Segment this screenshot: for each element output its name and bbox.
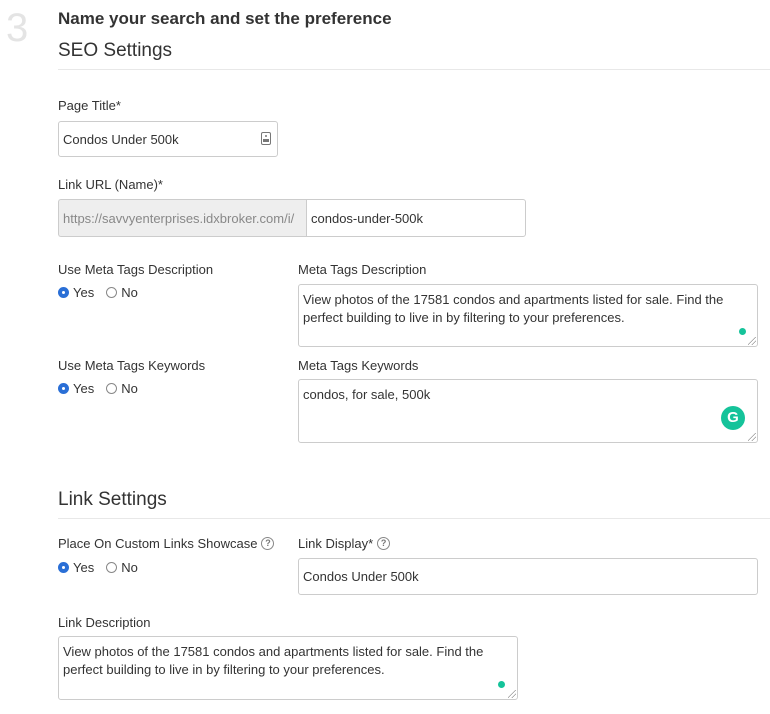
seo-divider: [58, 69, 770, 70]
link-url-value: condos-under-500k: [311, 210, 424, 226]
contact-card-icon[interactable]: [261, 132, 271, 145]
showcase-yes-label[interactable]: Yes: [73, 560, 94, 575]
meta-desc-yes-radio[interactable]: [58, 287, 69, 298]
page-title-value: Condos Under 500k: [63, 131, 179, 147]
meta-desc-label: Meta Tags Description: [298, 262, 427, 277]
meta-kw-toggle-label: Use Meta Tags Keywords: [58, 358, 206, 373]
resize-handle-icon[interactable]: [748, 433, 756, 441]
link-display-input[interactable]: Condos Under 500k: [298, 558, 758, 595]
link-description-value: View photos of the 17581 condos and apar…: [63, 644, 484, 677]
link-display-label: Link Display*: [298, 536, 374, 551]
meta-kw-yes-radio[interactable]: [58, 383, 69, 394]
grammarly-dot-icon[interactable]: [498, 681, 505, 688]
link-url-prefix: https://savvyenterprises.idxbroker.com/i…: [58, 199, 306, 237]
link-url-input[interactable]: condos-under-500k: [306, 199, 526, 237]
meta-desc-value: View photos of the 17581 condos and apar…: [303, 292, 724, 325]
link-display-label-row: Link Display* ?: [298, 536, 391, 551]
showcase-toggle-label: Place On Custom Links Showcase: [58, 536, 258, 551]
meta-kw-value: condos, for sale, 500k: [303, 387, 431, 402]
seo-settings-heading: SEO Settings: [58, 40, 173, 61]
link-divider: [58, 518, 770, 519]
showcase-toggle-label-row: Place On Custom Links Showcase ?: [58, 536, 275, 551]
help-icon[interactable]: ?: [377, 537, 391, 550]
link-settings-heading: Link Settings: [58, 489, 167, 510]
meta-kw-label: Meta Tags Keywords: [298, 358, 419, 373]
grammarly-icon[interactable]: G: [721, 406, 745, 430]
page-title-label: Page Title*: [58, 98, 121, 113]
help-icon[interactable]: ?: [261, 537, 275, 550]
meta-desc-yes-label[interactable]: Yes: [73, 285, 94, 300]
meta-desc-toggle: Yes No: [58, 285, 138, 300]
resize-handle-icon[interactable]: [508, 690, 516, 698]
meta-kw-no-label[interactable]: No: [121, 381, 138, 396]
meta-kw-no-radio[interactable]: [106, 383, 118, 394]
link-description-label: Link Description: [58, 615, 151, 630]
page-title-input[interactable]: Condos Under 500k: [58, 121, 278, 157]
meta-desc-toggle-label: Use Meta Tags Description: [58, 262, 214, 277]
showcase-yes-radio[interactable]: [58, 562, 69, 573]
step-number: 3: [6, 6, 29, 50]
showcase-toggle: Yes No: [58, 560, 138, 575]
link-description-textarea[interactable]: View photos of the 17581 condos and apar…: [58, 636, 518, 700]
resize-handle-icon[interactable]: [748, 337, 756, 345]
meta-kw-yes-label[interactable]: Yes: [73, 381, 94, 396]
showcase-no-radio[interactable]: [106, 562, 118, 573]
grammarly-dot-icon[interactable]: [739, 328, 746, 335]
link-display-value: Condos Under 500k: [303, 569, 419, 584]
step-title: Name your search and set the preference: [58, 9, 392, 28]
meta-kw-toggle: Yes No: [58, 381, 138, 396]
meta-desc-no-label[interactable]: No: [121, 285, 138, 300]
meta-desc-no-radio[interactable]: [106, 287, 118, 298]
meta-kw-textarea[interactable]: condos, for sale, 500k G: [298, 379, 758, 443]
showcase-no-label[interactable]: No: [121, 560, 138, 575]
link-url-label: Link URL (Name)*: [58, 177, 163, 192]
meta-desc-textarea[interactable]: View photos of the 17581 condos and apar…: [298, 284, 758, 347]
